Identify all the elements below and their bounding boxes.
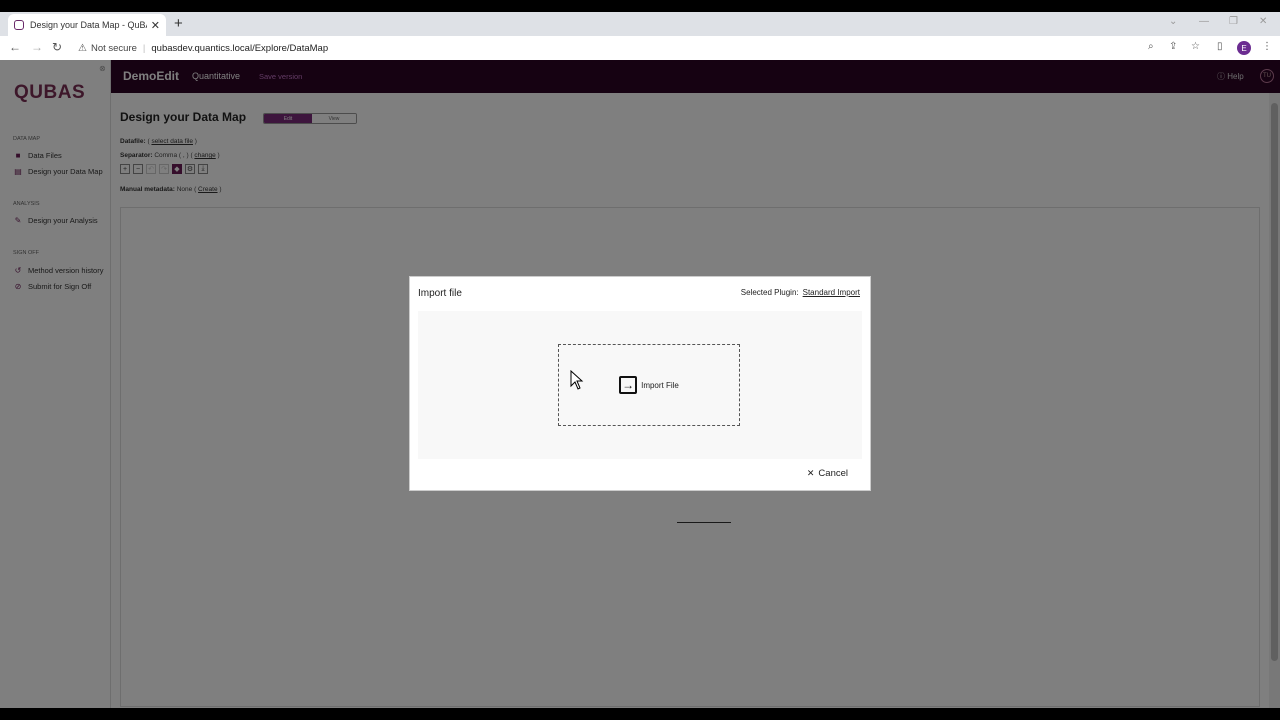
import-file-dialog: Import file Selected Plugin: Standard Imp…: [409, 276, 871, 491]
cancel-label: Cancel: [818, 468, 848, 479]
zoom-icon[interactable]: ⌕: [1148, 41, 1154, 52]
import-icon: →: [619, 376, 638, 394]
selected-plugin: Selected Plugin: Standard Import: [741, 288, 860, 297]
browser-toolbar: ← → ↻ ⚠ Not secure | qubasdev.quantics.l…: [0, 36, 1280, 60]
close-window-icon[interactable]: ✕: [1259, 16, 1267, 27]
mouse-cursor-icon: [570, 370, 584, 390]
dialog-title: Import file: [418, 288, 462, 299]
browser-menu-icon[interactable]: ⋮: [1262, 41, 1272, 52]
close-tab-icon[interactable]: ✕: [151, 19, 160, 32]
dropzone-label: Import File: [641, 380, 679, 390]
share-icon[interactable]: ⇪: [1169, 41, 1177, 52]
cancel-button[interactable]: ✕ Cancel: [807, 468, 848, 479]
import-file-dropzone[interactable]: → Import File: [558, 344, 740, 426]
security-label: Not secure: [90, 42, 137, 54]
dialog-body: → Import File: [418, 311, 862, 459]
browser-tab[interactable]: Design your Data Map - QuBAS ✕: [8, 14, 166, 36]
address-bar[interactable]: ⚠ Not secure | qubasdev.quantics.local/E…: [78, 40, 328, 56]
new-tab-icon[interactable]: +: [174, 15, 183, 32]
tab-search-icon[interactable]: ⌄: [1169, 16, 1177, 27]
address-separator: |: [142, 42, 146, 54]
site-favicon-icon: [14, 20, 24, 30]
forward-icon[interactable]: →: [31, 40, 43, 54]
minimize-icon[interactable]: —: [1199, 16, 1209, 27]
profile-avatar[interactable]: E: [1237, 41, 1251, 55]
reload-icon[interactable]: ↻: [52, 40, 62, 54]
browser-tab-strip: Design your Data Map - QuBAS ✕ + ⌄ — ❐ ✕: [0, 12, 1280, 36]
bookmark-star-icon[interactable]: ☆: [1191, 41, 1200, 52]
restore-icon[interactable]: ❐: [1229, 16, 1238, 27]
close-icon: ✕: [806, 468, 815, 478]
warning-icon: ⚠: [78, 42, 87, 54]
url-text: qubasdev.quantics.local/Explore/DataMap: [151, 42, 329, 54]
plugin-label: Selected Plugin:: [740, 288, 799, 297]
plugin-link[interactable]: Standard Import: [803, 288, 860, 297]
side-panel-icon[interactable]: ▯: [1217, 41, 1223, 52]
tab-title: Design your Data Map - QuBAS: [30, 20, 147, 30]
back-icon[interactable]: ←: [9, 40, 21, 54]
